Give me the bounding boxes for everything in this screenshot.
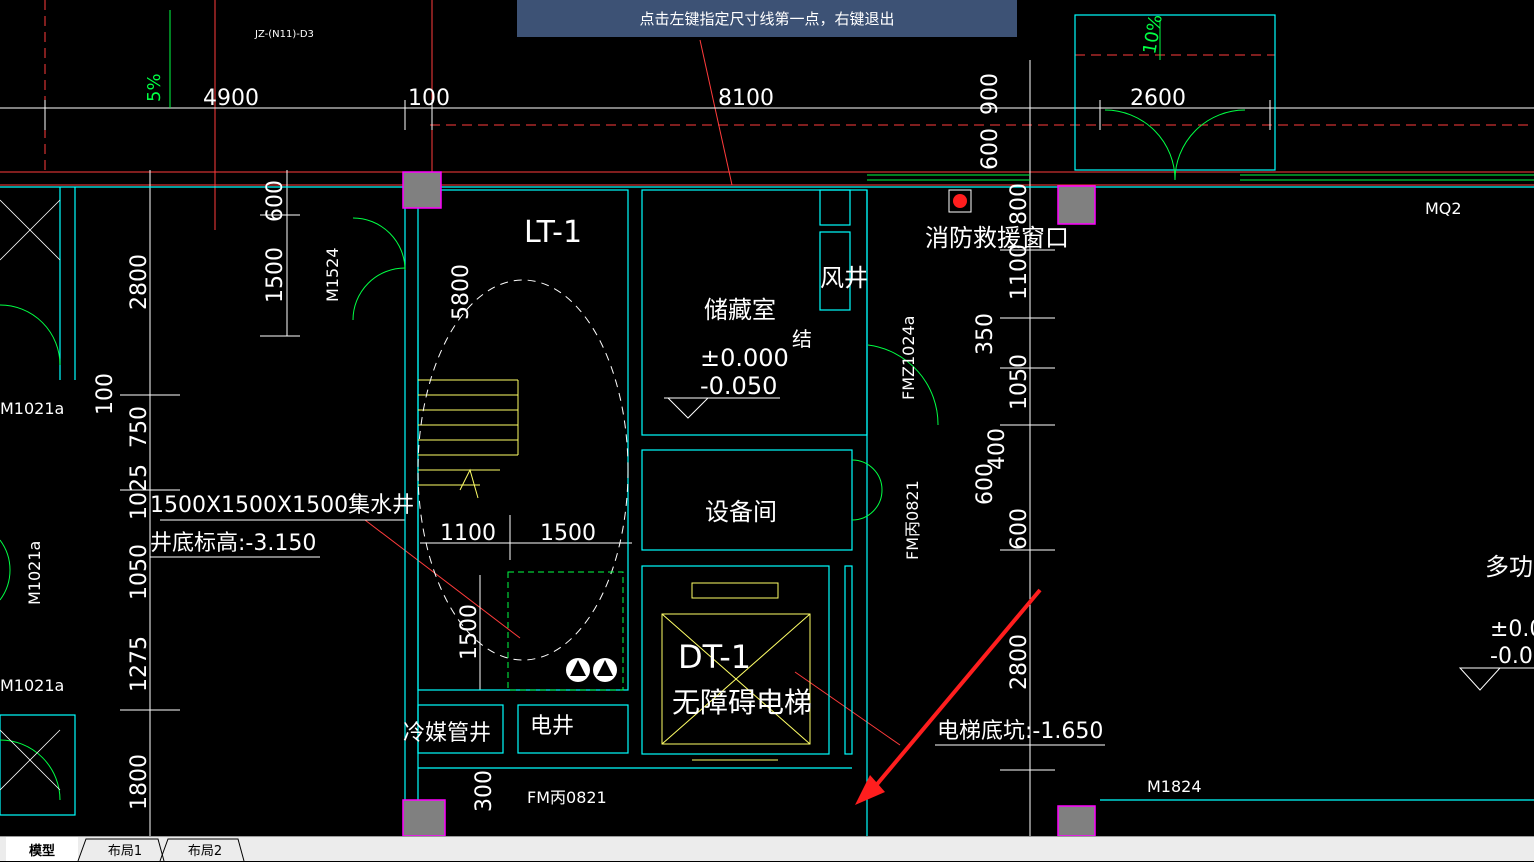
label-barrier-free: 无障碍电梯 <box>672 686 812 719</box>
floor-plan[interactable]: 4900 100 8100 2600 2800 100 750 1025 105… <box>0 0 1534 836</box>
dim-stair-5800: 5800 <box>449 264 474 320</box>
dim-right-800: 800 <box>1007 183 1032 225</box>
label-m1021a-1: M1021a <box>0 399 64 418</box>
label-slope-10: 10% <box>1139 13 1167 56</box>
dim-stair-300: 300 <box>472 770 497 812</box>
label-dt1: DT-1 <box>678 638 751 676</box>
dim-right-600c: 600 <box>1007 508 1032 550</box>
tooltip-text: 点击左键指定尺寸线第一点，右键退出 <box>639 10 895 28</box>
label-sump: 1500X1500X1500集水井 <box>150 493 414 518</box>
label-sump-bottom: 井底标高:-3.150 <box>150 531 316 556</box>
dim-top-100: 100 <box>408 86 450 111</box>
dim-right-350: 350 <box>973 313 998 355</box>
layout-tab-bar: 模型 布局1 布局2 <box>0 836 1534 862</box>
dim-left-1025: 1025 <box>127 464 152 520</box>
label-shebei: 设备间 <box>705 498 777 526</box>
label-pit: 电梯底坑:-1.650 <box>937 719 1103 744</box>
label-jie: 结 <box>792 327 812 351</box>
dim-left-1275: 1275 <box>127 636 152 692</box>
dim-right-600: 600 <box>978 128 1003 170</box>
dim-stair-600: 600 <box>263 180 288 222</box>
dim-left-2800: 2800 <box>127 254 152 310</box>
label-right-elev2: -0.0 <box>1490 644 1533 669</box>
window-hatch <box>0 199 61 791</box>
fire-rescue-dot <box>953 194 967 208</box>
dim-left-100: 100 <box>93 373 118 415</box>
dim-stair-1500c: 1500 <box>457 604 482 660</box>
command-tooltip: 点击左键指定尺寸线第一点，右键退出 <box>517 0 1017 37</box>
tab-outlines <box>77 838 245 862</box>
room-labels: LT-1 储藏室 ±0.000 -0.050 结 风井 消防救援窗口 MQ2 设… <box>0 13 1534 807</box>
label-coolant-shaft: 冷媒管井 <box>403 721 491 746</box>
label-m1021a-2: M1021a <box>25 541 44 605</box>
dim-left-750: 750 <box>127 406 152 448</box>
dim-stair-1500a: 1500 <box>263 247 288 303</box>
dim-top-2600: 2600 <box>1130 86 1186 111</box>
dim-right-600b: 600 <box>973 463 998 505</box>
dim-right-1100: 1100 <box>1007 244 1032 300</box>
label-electric-shaft: 电井 <box>530 714 574 739</box>
label-m1524: M1524 <box>323 247 342 302</box>
label-lt1: LT-1 <box>524 215 582 250</box>
dim-right-2800: 2800 <box>1007 634 1032 690</box>
label-fmz: FMZ1024a <box>899 316 918 401</box>
label-fm-bottom: FM丙0821 <box>527 788 607 807</box>
dim-right-1050: 1050 <box>1007 354 1032 410</box>
pump-icons <box>566 658 617 682</box>
label-slope-5: 5% <box>144 73 165 102</box>
dim-top-4900: 4900 <box>203 86 259 111</box>
dim-stair-1100: 1100 <box>440 521 496 546</box>
elevation-markers <box>664 397 1534 691</box>
label-storage-elev1: ±0.000 <box>700 344 789 372</box>
label-fengjing: 风井 <box>820 264 868 292</box>
label-storage: 储藏室 <box>704 296 776 324</box>
dimension-lines <box>0 60 1534 836</box>
dim-stair-1500b: 1500 <box>540 521 596 546</box>
label-xiaofang: 消防救援窗口 <box>925 224 1069 252</box>
label-m1824: M1824 <box>1147 777 1202 796</box>
label-m1021a-3: M1021a <box>0 676 64 695</box>
label-jz: JZ-(N11)-D3 <box>254 29 314 40</box>
annotation-arrow <box>855 588 1042 805</box>
dim-left-1800: 1800 <box>127 754 152 810</box>
dim-left-1050: 1050 <box>127 544 152 600</box>
dim-top-8100: 8100 <box>718 86 774 111</box>
label-right-elev1: ±0.0 <box>1490 617 1534 642</box>
label-duogong: 多功能 <box>1485 553 1534 581</box>
label-storage-elev2: -0.050 <box>700 372 777 400</box>
doors <box>0 10 1534 801</box>
dimension-texts: 4900 100 8100 2600 2800 100 750 1025 105… <box>93 73 1186 812</box>
label-fm-right: FM丙0821 <box>903 480 922 560</box>
dim-right-900: 900 <box>978 73 1003 115</box>
cad-drawing-canvas[interactable]: 4900 100 8100 2600 2800 100 750 1025 105… <box>0 0 1534 836</box>
label-mq2: MQ2 <box>1425 199 1462 218</box>
